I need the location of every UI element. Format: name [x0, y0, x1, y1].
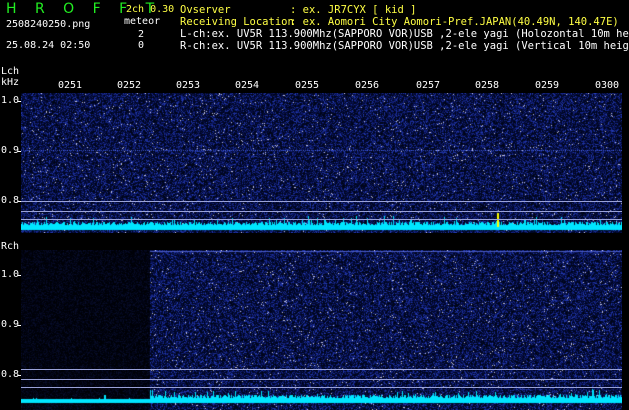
- rch-tick-0-8: 0.8: [1, 369, 20, 380]
- time-label-0253: 0253: [176, 80, 201, 91]
- lch-tick-1-0: 1.0: [1, 95, 20, 106]
- time-label-0252: 0252: [117, 80, 142, 91]
- lch-ref-line-3: [21, 219, 622, 220]
- lch-info: L-ch:ex. UV5R 113.900Mhz(SAPPORO VOR)USB…: [180, 28, 629, 40]
- meteor-label: meteor: [124, 16, 161, 27]
- lch-ref-line-1: [21, 201, 622, 202]
- lch-tick-0-8: 0.8: [1, 195, 20, 206]
- lch-unit: kHz: [1, 77, 20, 88]
- time-label-0255: 0255: [295, 80, 320, 91]
- observer-value: : ex. JR7CYX [ kid ]: [290, 4, 417, 16]
- lch-spectrogram: [21, 93, 622, 233]
- rch-label: Rch: [1, 241, 20, 252]
- lch-tick-0-9: 0.9: [1, 145, 20, 156]
- rch-tickmark-0-8: [18, 375, 21, 376]
- capture-datetime: 25.08.24 02:50: [6, 40, 91, 51]
- time-label-0257: 0257: [416, 80, 441, 91]
- time-label-0256: 0256: [355, 80, 380, 91]
- observer-label: Ovserver: [180, 4, 231, 16]
- mode-label: 2ch 0.30: [126, 4, 175, 15]
- time-label-0259: 0259: [535, 80, 560, 91]
- time-label-0258: 0258: [475, 80, 500, 91]
- rch-spectrogram: [21, 250, 622, 410]
- time-label-0300: 0300: [595, 80, 620, 91]
- rch-ref-line-3: [21, 387, 622, 388]
- lch-label: Lch: [1, 66, 20, 77]
- lch-tickmark-0-9: [18, 151, 21, 152]
- hroft-spectrogram-window: H R O F F T 2508240250.png 25.08.24 02:5…: [0, 0, 629, 410]
- location-value: : ex. Aomori City Aomori-Pref.JAPAN(40.4…: [290, 16, 619, 28]
- time-label-0251: 0251: [58, 80, 83, 91]
- rch-ref-line-1: [21, 369, 622, 370]
- rch-tickmark-1-0: [18, 275, 21, 276]
- rch-tick-1-0: 1.0: [1, 269, 20, 280]
- rch-ref-line-2: [21, 379, 622, 380]
- location-label: Receiving Location: [180, 16, 294, 28]
- meteor-count-r: 0: [138, 40, 145, 51]
- time-label-0254: 0254: [235, 80, 260, 91]
- meteor-count-l: 2: [138, 29, 145, 40]
- lch-tickmark-0-8: [18, 201, 21, 202]
- rch-tickmark-0-9: [18, 325, 21, 326]
- lch-ref-line-2: [21, 211, 622, 212]
- rch-info: R-ch:ex. UV5R 113.900Mhz(SAPPORO VOR)USB…: [180, 40, 629, 52]
- file-name: 2508240250.png: [6, 19, 91, 30]
- rch-tick-0-9: 0.9: [1, 319, 20, 330]
- lch-tickmark-1-0: [18, 101, 21, 102]
